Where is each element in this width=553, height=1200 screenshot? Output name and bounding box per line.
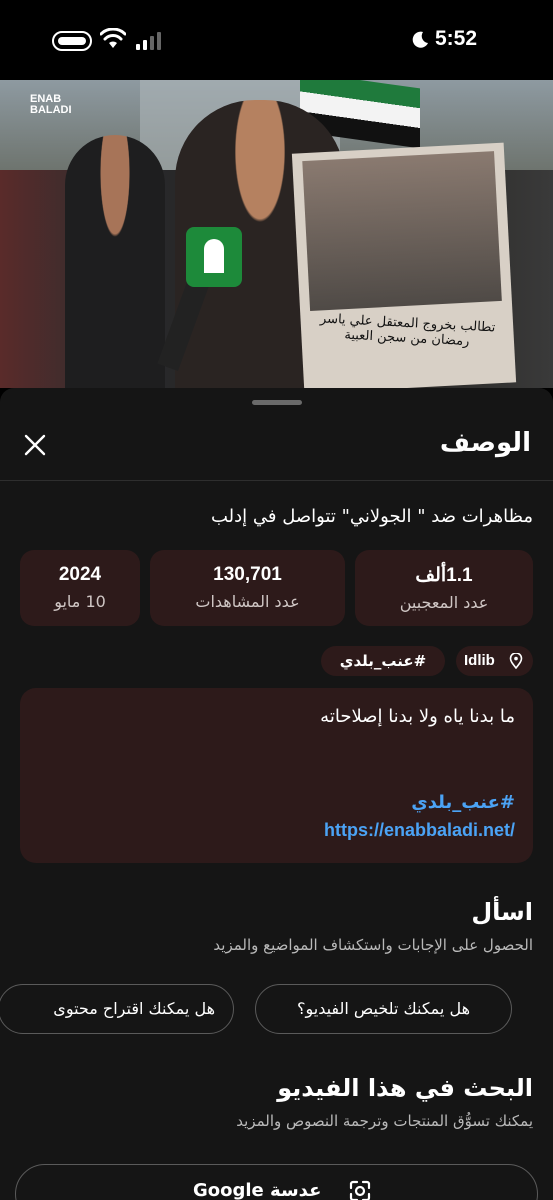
clock: 5:52	[435, 27, 478, 50]
search-subtitle: يمكنك تسوُّق المنتجات وترجمة النصوص والم…	[236, 1112, 533, 1130]
microphone	[186, 227, 242, 287]
cellular-icon	[136, 32, 162, 50]
views-stat: 130,701 عدد المشاهدات	[150, 550, 345, 626]
protest-sign: تطالب بخروج المعتقل علي ياسر رمضان من سج…	[291, 142, 517, 388]
description-box: ما بدنا ياه ولا بدنا إصلاحاته #عنب_بلدي …	[20, 688, 533, 863]
search-title: البحث في هذا الفيديو	[277, 1074, 533, 1102]
close-icon[interactable]	[22, 432, 48, 458]
moon-icon	[412, 31, 428, 48]
suggestion-summarize-button[interactable]: هل يمكنك تلخيص الفيديو؟	[255, 984, 512, 1034]
battery-icon	[52, 31, 92, 51]
description-sheet: الوصف مظاهرات ضد " الجولاني" تتواصل في إ…	[0, 388, 553, 1200]
hashtag-chip[interactable]: #عنب_بلدي	[321, 646, 445, 676]
google-lens-label: عدسة Google	[193, 1180, 322, 1200]
ask-subtitle: الحصول على الإجابات واستكشاف المواضيع وا…	[213, 936, 533, 954]
description-hashtag[interactable]: #عنب_بلدي	[411, 792, 515, 813]
date-stat: 2024 10 مايو	[20, 550, 140, 626]
video-title: مظاهرات ضد " الجولاني" تتواصل في إدلب	[210, 506, 533, 527]
description-text: ما بدنا ياه ولا بدنا إصلاحاته	[320, 706, 515, 727]
drag-handle[interactable]	[252, 400, 302, 405]
status-bar: 5:52	[0, 0, 553, 80]
video-player[interactable]: تطالب بخروج المعتقل علي ياسر رمضان من سج…	[0, 80, 553, 388]
divider	[0, 480, 553, 481]
watermark-logo: ENAB BALADI	[30, 93, 72, 116]
description-link[interactable]: https://enabbaladi.net/	[324, 820, 515, 841]
camera-lens-icon	[349, 1180, 371, 1200]
suggestion-recommend-button[interactable]: هل يمكنك اقتراح محتوى	[0, 984, 234, 1034]
wifi-icon	[100, 28, 126, 48]
google-lens-button[interactable]: عدسة Google	[15, 1164, 538, 1200]
sheet-title: الوصف	[439, 428, 531, 458]
ask-title: اسأل	[471, 898, 533, 926]
location-pin-icon	[509, 653, 523, 669]
location-chip[interactable]: Idlib	[456, 646, 533, 676]
likes-stat: 1.1ألف عدد المعجبين	[355, 550, 533, 626]
sign-caption: تطالب بخروج المعتقل علي ياسر رمضان من سج…	[319, 311, 496, 350]
